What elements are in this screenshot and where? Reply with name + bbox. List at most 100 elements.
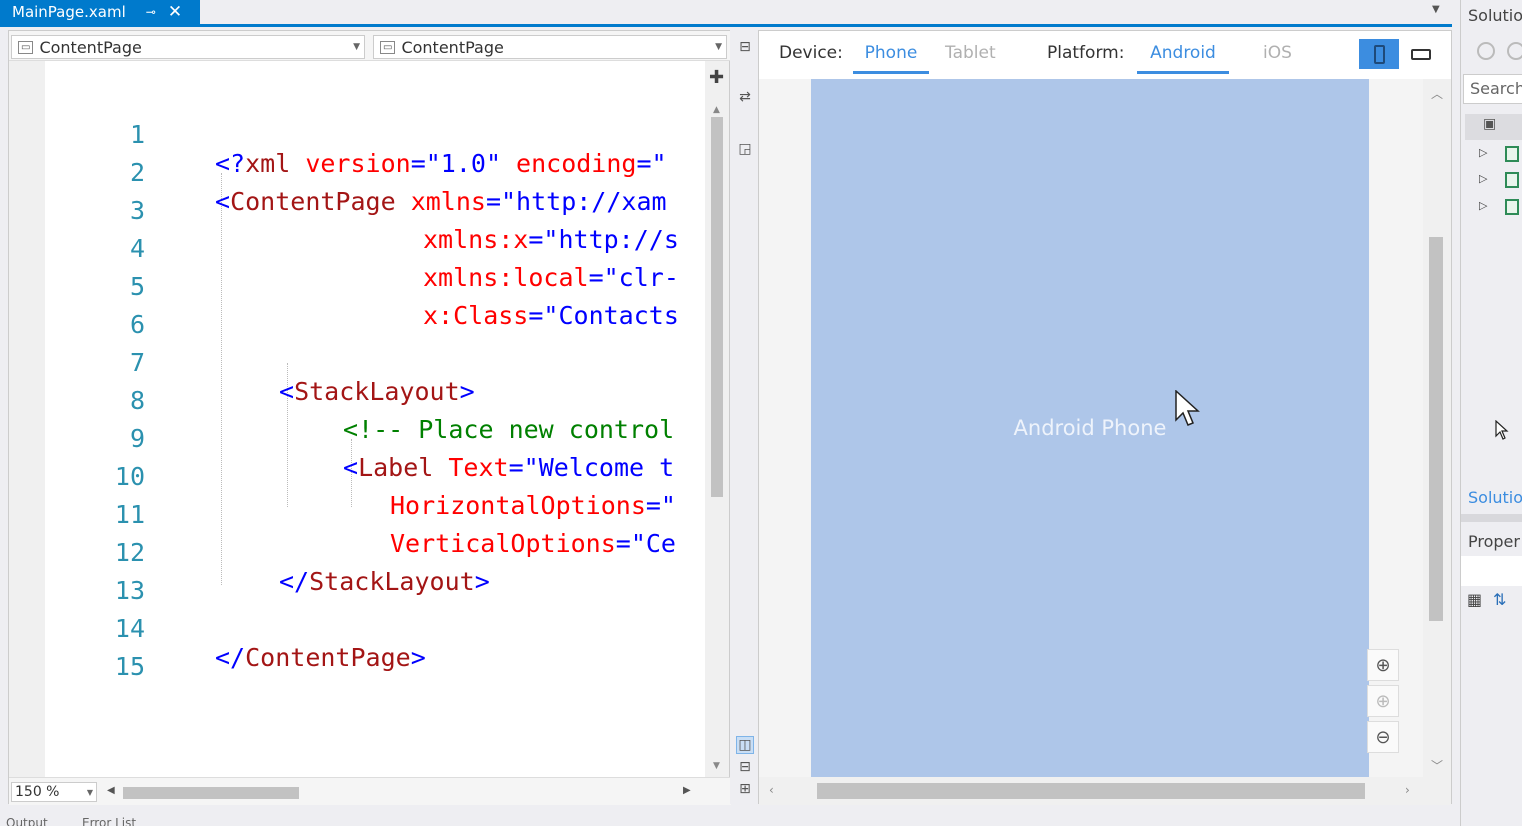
code-area[interactable]: 1 <?xml version="1.0" encoding=" 2 <Cont… xyxy=(45,61,705,777)
code-line: 15 xyxy=(45,623,165,681)
solution-search-input[interactable]: Search xyxy=(1463,74,1522,104)
portrait-icon xyxy=(1373,44,1385,64)
solution-icon: ▣ xyxy=(1483,116,1497,132)
forward-icon[interactable] xyxy=(1507,42,1522,60)
zoom-out-button[interactable]: ⊖ xyxy=(1367,721,1399,753)
scroll-thumb[interactable] xyxy=(711,117,723,497)
vertical-split-icon[interactable]: ◫ xyxy=(736,736,754,754)
editor-margin xyxy=(9,61,45,777)
landscape-button[interactable] xyxy=(1401,39,1441,69)
scroll-down-icon[interactable]: ﹀ xyxy=(1431,757,1443,774)
type-combo[interactable]: ▭ ContentPage ▼ xyxy=(11,35,365,59)
code-line: 13 xyxy=(45,547,165,605)
horizontal-scroll-thumb[interactable] xyxy=(123,787,299,799)
scroll-left-icon[interactable]: ◀ xyxy=(107,785,115,796)
properties-object-box[interactable] xyxy=(1461,556,1522,586)
popout-icon[interactable]: ◲ xyxy=(736,140,754,158)
zoom-in-button[interactable]: ⊕ xyxy=(1367,649,1399,681)
code-line: 14 </ContentPage> xyxy=(45,585,426,672)
back-icon[interactable] xyxy=(1477,42,1495,60)
expand-arrow-icon[interactable]: ▷ xyxy=(1479,199,1487,212)
horizontal-split-icon[interactable]: ⊟ xyxy=(736,758,754,776)
editor-vertical-scrollbar[interactable]: ✚ ▲ ▼ xyxy=(705,61,729,777)
scroll-right-icon[interactable]: ▶ xyxy=(683,785,691,796)
designer-horizontal-scrollbar[interactable]: ‹ › xyxy=(759,777,1451,805)
chevron-down-icon: ▼ xyxy=(353,42,360,52)
scroll-right-icon[interactable]: › xyxy=(1405,783,1410,797)
code-line: 2 <ContentPage xmlns="http://xam xyxy=(45,129,667,216)
device-preview: Android Phone xyxy=(811,79,1369,777)
tab-solution-explorer[interactable]: Solutio xyxy=(1468,488,1522,507)
editor-bottom-bar: 150 % ▼ ◀ ▶ xyxy=(9,777,731,805)
designer-toolbar: Device: Phone Tablet Platform: Android i… xyxy=(759,31,1451,79)
solution-explorer-panel: Solutio Search ▣ ▷ ▷ ▷ Solutio Proper ▦ … xyxy=(1460,0,1522,826)
device-option-phone[interactable]: Phone xyxy=(853,43,929,74)
code-line: 10 HorizontalOptions=" xyxy=(45,433,676,520)
code-line: 1 <?xml version="1.0" encoding=" xyxy=(45,91,667,178)
zoom-fit-icon: ⊕ xyxy=(1375,690,1391,712)
categorized-icon[interactable]: ▦ xyxy=(1467,590,1482,609)
code-line: 6 xyxy=(45,281,165,339)
project-node-icon[interactable] xyxy=(1505,199,1519,215)
project-node-icon[interactable] xyxy=(1505,172,1519,188)
document-tab-strip: MainPage.xaml ⊸ ✕ ▼ xyxy=(0,0,1452,27)
code-line: 9 <Label Text="Welcome t xyxy=(45,395,674,482)
platform-option-android[interactable]: Android xyxy=(1137,43,1229,74)
ide-window: MainPage.xaml ⊸ ✕ ▼ ▭ ContentPage ▼ ▭ Co… xyxy=(0,0,1522,826)
device-label: Device: xyxy=(779,43,843,63)
line-number: 15 xyxy=(114,652,145,681)
solution-explorer-title: Solutio xyxy=(1468,6,1522,25)
scroll-up-icon[interactable]: ︿ xyxy=(1431,85,1443,102)
zoom-level-value: 150 % xyxy=(15,784,60,800)
platform-option-ios[interactable]: iOS xyxy=(1263,43,1292,63)
solution-root-item[interactable]: ▣ xyxy=(1465,114,1522,140)
type-combo-value: ContentPage xyxy=(39,37,142,57)
tab-error-list[interactable]: Error List xyxy=(82,816,136,826)
member-combo[interactable]: ▭ ContentPage ▼ xyxy=(373,35,727,59)
panel-splitter[interactable] xyxy=(1461,514,1522,522)
content-page-icon: ▭ xyxy=(18,40,34,54)
code-line: 7 <StackLayout> xyxy=(45,319,475,406)
preview-caption: Android Phone xyxy=(1013,416,1167,440)
split-plus-icon[interactable]: ✚ xyxy=(709,67,724,88)
scroll-down-icon[interactable]: ▼ xyxy=(713,761,720,771)
project-node-icon[interactable] xyxy=(1505,146,1519,162)
landscape-icon xyxy=(1411,48,1431,60)
expand-arrow-icon[interactable]: ▷ xyxy=(1479,146,1487,159)
scroll-up-icon[interactable]: ▲ xyxy=(713,105,720,115)
properties-title: Proper xyxy=(1468,532,1520,551)
portrait-button[interactable] xyxy=(1359,39,1399,69)
tab-mainpage-xaml[interactable]: MainPage.xaml ⊸ ✕ xyxy=(0,0,200,24)
navigation-bar: ▭ ContentPage ▼ ▭ ContentPage ▼ xyxy=(9,31,731,61)
design-surface: Device: Phone Tablet Platform: Android i… xyxy=(758,30,1452,805)
code-line: 12 </StackLayout> xyxy=(45,509,490,596)
close-icon[interactable]: ✕ xyxy=(168,2,182,22)
collapse-pane-icon[interactable]: ⊟ xyxy=(736,38,754,56)
preview-canvas: Android Phone ⊕ ⊕ ⊖ ︿ ﹀ xyxy=(759,79,1451,777)
swap-panes-icon[interactable]: ⇄ xyxy=(736,88,754,106)
bottom-tab-strip: Output Error List xyxy=(0,806,1460,826)
scroll-thumb[interactable] xyxy=(1429,237,1443,621)
tab-title: MainPage.xaml xyxy=(12,3,126,21)
designer-vertical-scrollbar[interactable]: ︿ ﹀ xyxy=(1423,79,1451,777)
code-line: 11 VerticalOptions="Ce xyxy=(45,471,676,558)
device-option-tablet[interactable]: Tablet xyxy=(945,43,996,63)
content-page-icon: ▭ xyxy=(380,40,396,54)
code-line: 5 x:Class="Contacts xyxy=(45,243,679,330)
code-line: 4 xmlns:local="clr- xyxy=(45,205,679,292)
indent-guide xyxy=(221,173,222,585)
tab-output[interactable]: Output xyxy=(6,816,48,826)
sort-alpha-icon[interactable]: ⇅ xyxy=(1493,590,1506,609)
zoom-in-icon: ⊕ xyxy=(1375,654,1391,676)
xaml-editor: ▭ ContentPage ▼ ▭ ContentPage ▼ 1 <?xml … xyxy=(8,30,731,805)
expand-arrow-icon[interactable]: ▷ xyxy=(1479,172,1487,185)
tab-overflow-dropdown-icon[interactable]: ▼ xyxy=(1432,4,1440,15)
single-pane-icon[interactable]: ⊞ xyxy=(736,780,754,798)
zoom-level-combo[interactable]: 150 % ▼ xyxy=(11,782,97,802)
chevron-down-icon: ▼ xyxy=(86,787,93,797)
pin-icon[interactable]: ⊸ xyxy=(146,5,156,19)
split-toolbar: ⊟ ⇄ ◲ ◫ ⊟ ⊞ xyxy=(730,30,758,804)
zoom-fit-button[interactable]: ⊕ xyxy=(1367,685,1399,717)
horizontal-scroll-thumb[interactable] xyxy=(817,783,1365,799)
scroll-left-icon[interactable]: ‹ xyxy=(769,783,774,797)
